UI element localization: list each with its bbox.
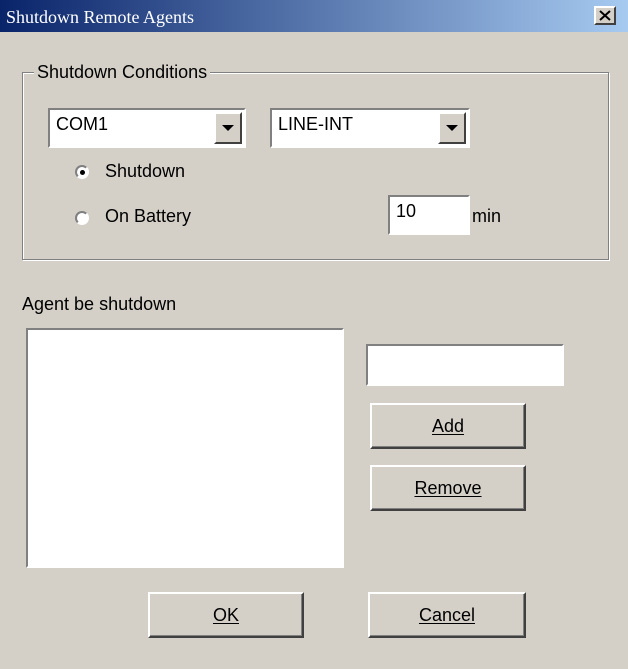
agent-name-input[interactable]	[366, 344, 564, 386]
delay-minutes-input[interactable]: 10	[388, 195, 470, 235]
remove-button[interactable]: Remove	[370, 465, 526, 511]
shutdown-radio[interactable]	[75, 165, 89, 179]
agent-list-label: Agent be shutdown	[22, 294, 177, 314]
shutdown-radio-label[interactable]: Shutdown	[105, 161, 185, 182]
port-dropdown-button[interactable]	[214, 112, 242, 144]
cancel-button-label: Cancel	[418, 604, 476, 625]
port-select[interactable]: COM1	[48, 108, 246, 148]
on-battery-radio[interactable]	[75, 211, 89, 225]
remove-button-label: Remove	[414, 477, 482, 498]
ups-type-select-value: LINE-INT	[278, 114, 354, 134]
window-title: Shutdown Remote Agents	[6, 7, 194, 27]
close-icon	[599, 10, 611, 21]
shutdown-conditions-legend: Shutdown Conditions	[34, 62, 211, 83]
cancel-button[interactable]: Cancel	[368, 592, 526, 638]
delay-minutes-value: 10	[396, 201, 417, 221]
ups-type-dropdown-button[interactable]	[438, 112, 466, 144]
delay-unit-label: min	[472, 206, 502, 226]
port-select-value: COM1	[56, 114, 109, 134]
radio-selected-dot	[80, 170, 85, 175]
ups-type-select[interactable]: LINE-INT	[270, 108, 470, 148]
close-button[interactable]	[594, 6, 616, 25]
agent-list[interactable]	[26, 328, 344, 568]
on-battery-radio-label[interactable]: On Battery	[105, 206, 191, 227]
chevron-down-icon	[446, 124, 458, 131]
add-button[interactable]: Add	[370, 403, 526, 449]
ok-button-label: OK	[212, 604, 239, 625]
add-button-label: Add	[431, 415, 465, 436]
title-bar: Shutdown Remote Agents	[0, 0, 628, 32]
ok-button[interactable]: OK	[148, 592, 304, 638]
chevron-down-icon	[222, 124, 234, 131]
